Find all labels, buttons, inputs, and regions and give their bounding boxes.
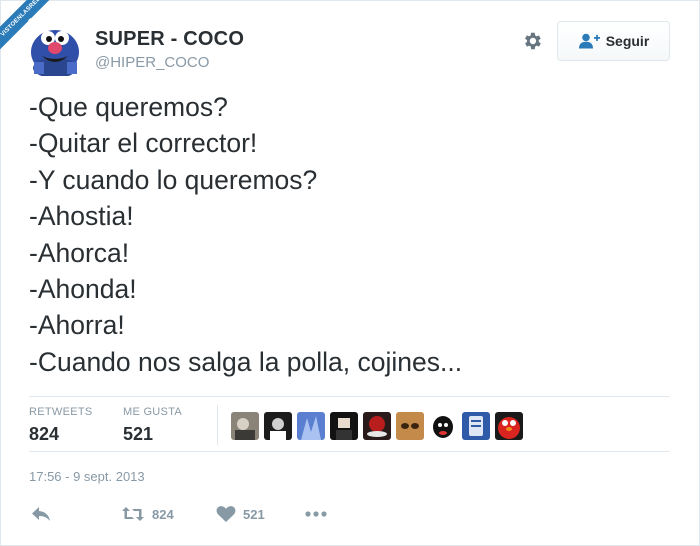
like-button[interactable]: 521 [216, 502, 265, 526]
follow-button[interactable]: Seguir [557, 21, 670, 61]
retweets-count: 824 [29, 424, 60, 444]
liker-avatar[interactable] [297, 412, 325, 440]
likes-count: 521 [123, 424, 154, 444]
like-count: 521 [243, 506, 265, 522]
retweets-stat[interactable]: RETWEETS 824 [29, 406, 93, 445]
likes-label: ME GUSTA [123, 406, 183, 418]
liker-avatar[interactable] [396, 412, 424, 440]
liker-avatar[interactable] [363, 412, 391, 440]
display-name[interactable]: SUPER - COCO [95, 28, 244, 51]
tweet-text: -Que queremos? -Quitar el corrector! -Y … [29, 92, 463, 377]
retweet-count: 824 [152, 506, 174, 522]
avatar[interactable] [28, 18, 83, 76]
stats-divider [217, 405, 218, 445]
liker-avatar[interactable] [264, 412, 292, 440]
gear-icon[interactable] [521, 30, 543, 52]
liker-avatar[interactable] [495, 412, 523, 440]
more-button[interactable] [305, 502, 327, 526]
reply-icon [31, 506, 51, 522]
tweet-actions: 824 521 [29, 502, 429, 526]
tweet-timestamp[interactable]: 17:56 - 9 sept. 2013 [29, 469, 145, 484]
follow-button-label: Seguir [605, 33, 650, 49]
tweet-stats: RETWEETS 824 ME GUSTA 521 [29, 396, 670, 452]
retweet-icon [121, 506, 145, 522]
liker-avatar[interactable] [429, 412, 457, 440]
retweet-button[interactable]: 824 [121, 502, 174, 526]
user-plus-icon [578, 33, 600, 49]
likes-stat[interactable]: ME GUSTA 521 [123, 406, 182, 445]
liker-avatar[interactable] [462, 412, 490, 440]
tweet-header: SUPER - COCO @HIPER_COCO Seguir [28, 18, 673, 80]
likers-avatars [231, 412, 528, 440]
liker-avatar[interactable] [231, 412, 259, 440]
more-icon [305, 511, 327, 517]
reply-button[interactable] [31, 502, 51, 526]
heart-icon [216, 505, 236, 523]
user-handle[interactable]: @HIPER_COCO [95, 54, 209, 71]
retweets-label: RETWEETS [29, 406, 93, 418]
liker-avatar[interactable] [330, 412, 358, 440]
